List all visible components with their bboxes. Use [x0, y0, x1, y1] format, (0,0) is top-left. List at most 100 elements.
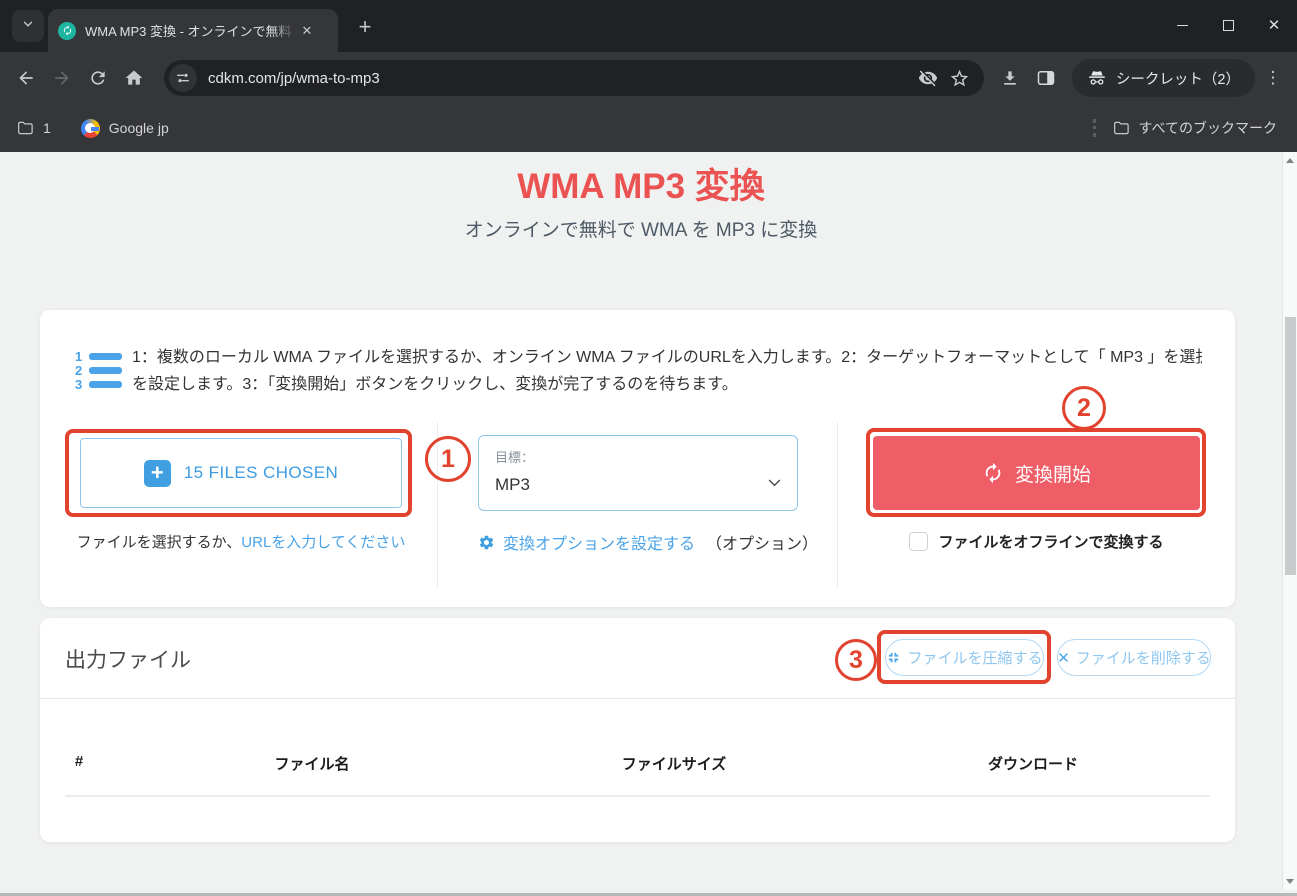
gear-icon	[478, 534, 495, 551]
incognito-icon	[1087, 68, 1107, 88]
tune-icon	[175, 70, 191, 86]
home-icon	[124, 68, 144, 88]
browser-tab[interactable]: WMA MP3 変換 - オンラインで無料 ✕	[48, 9, 338, 52]
chevron-down-icon	[766, 474, 783, 496]
url-text[interactable]: cdkm.com/jp/wma-to-mp3	[208, 70, 912, 87]
list-bar	[89, 353, 122, 360]
downloads-button[interactable]	[992, 60, 1028, 96]
minimize-button[interactable]	[1159, 0, 1205, 50]
compress-icon	[886, 650, 901, 665]
bookmark-folder-label: 1	[43, 120, 51, 136]
window-controls: ✕	[1159, 0, 1297, 50]
side-panel-button[interactable]	[1028, 60, 1064, 96]
options-note: （オプション）	[706, 530, 818, 554]
maximize-icon	[1223, 20, 1234, 31]
instructions-line-2: を設定します。3：「変換開始」ボタンをクリックし、変換が完了するのを待ちます。	[132, 371, 1202, 398]
tab-title: WMA MP3 変換 - オンラインで無料	[85, 21, 297, 40]
card-header-divider	[40, 698, 1235, 699]
bookmarks-overflow-grip	[1093, 119, 1096, 137]
compress-files-button[interactable]: ファイルを圧縮する	[885, 639, 1044, 676]
bookmark-folder-1[interactable]: 1	[16, 119, 51, 137]
maximize-button[interactable]	[1205, 0, 1251, 50]
chooser-hint: ファイルを選択するか、URLを入力してください	[66, 531, 416, 552]
google-favicon-icon	[81, 119, 100, 138]
download-icon	[1000, 68, 1020, 88]
numbered-list-icon: 1 2 3	[75, 352, 123, 394]
back-icon	[16, 68, 36, 88]
output-files-card: 出力ファイル 3 ファイルを圧縮する ✕ ファイルを削除する # ファイル名 フ…	[40, 618, 1235, 842]
column-header-download: ダウンロード	[988, 753, 1078, 774]
compress-files-label: ファイルを圧縮する	[907, 647, 1042, 668]
site-favicon-icon	[58, 22, 76, 40]
minimize-icon	[1177, 25, 1188, 26]
instructions-line-1: 1：複数のローカル WMA ファイルを選択するか、オンライン WMA ファイルの…	[132, 344, 1202, 371]
page-subtitle: オンラインで無料で WMA を MP3 に変換	[0, 215, 1282, 242]
scrollbar-up-arrow-icon[interactable]	[1286, 158, 1294, 163]
all-bookmarks-button[interactable]: すべてのブックマーク	[1112, 118, 1277, 138]
bookmarks-bar: 1 Google jp すべてのブックマーク	[0, 104, 1297, 152]
url-input-link[interactable]: URLを入力してください	[241, 534, 405, 551]
column-header-filename: ファイル名	[274, 753, 349, 774]
conversion-options-link[interactable]: 変換オプションを設定する	[478, 530, 695, 554]
home-button[interactable]	[116, 60, 152, 96]
site-settings-chip[interactable]	[169, 64, 197, 92]
reload-icon	[88, 68, 108, 88]
all-bookmarks-label: すべてのブックマーク	[1139, 118, 1277, 138]
table-header-divider	[65, 795, 1210, 797]
chooser-hint-prefix: ファイルを選択するか、	[77, 534, 242, 551]
files-chosen-button[interactable]: + 15 FILES CHOSEN	[80, 438, 402, 508]
scrollbar-down-arrow-icon[interactable]	[1286, 879, 1294, 884]
reload-button[interactable]	[80, 60, 116, 96]
bookmark-google-jp[interactable]: Google jp	[81, 119, 169, 138]
annotation-circle-3: 3	[835, 639, 877, 681]
forward-button[interactable]	[44, 60, 80, 96]
options-row: 変換オプションを設定する （オプション）	[478, 530, 818, 554]
back-button[interactable]	[8, 60, 44, 96]
bookmark-google-label: Google jp	[109, 120, 169, 136]
annotation-circle-1: 1	[425, 436, 471, 482]
column-divider	[837, 422, 838, 588]
output-files-title: 出力ファイル	[65, 644, 191, 674]
browser-toolbar: cdkm.com/jp/wma-to-mp3 シークレット（2） ⋮	[0, 52, 1297, 104]
close-button[interactable]: ✕	[1251, 0, 1297, 50]
forward-icon	[52, 68, 72, 88]
delete-files-button[interactable]: ✕ ファイルを削除する	[1057, 639, 1211, 676]
star-icon	[949, 68, 970, 89]
tracking-protection-button[interactable]	[912, 62, 944, 94]
start-conversion-button[interactable]: 変換開始	[873, 436, 1200, 510]
side-panel-icon	[1036, 68, 1056, 88]
list-num-3: 3	[75, 380, 84, 389]
address-bar[interactable]: cdkm.com/jp/wma-to-mp3	[164, 60, 984, 96]
refresh-icon	[982, 462, 1004, 484]
offline-label: ファイルをオフラインで変換する	[938, 531, 1163, 552]
offline-option-row: ファイルをオフラインで変換する	[873, 531, 1200, 552]
annotation-circle-2: 2	[1062, 386, 1106, 430]
target-format-select[interactable]: 目標： MP3	[478, 435, 798, 511]
eye-off-icon	[918, 68, 938, 88]
incognito-profile-chip[interactable]: シークレット（2）	[1072, 59, 1255, 97]
converter-card: 1 2 3 1：複数のローカル WMA ファイルを選択するか、オンライン WMA…	[40, 310, 1235, 607]
offline-checkbox[interactable]	[909, 532, 928, 551]
x-icon: ✕	[1057, 649, 1070, 667]
tab-close-icon[interactable]: ✕	[297, 21, 317, 41]
conversion-options-label: 変換オプションを設定する	[503, 530, 695, 554]
list-num-2: 2	[75, 366, 84, 375]
target-label: 目標：	[495, 447, 781, 466]
delete-files-label: ファイルを削除する	[1076, 647, 1211, 668]
new-tab-button[interactable]: +	[352, 14, 378, 40]
chevron-down-icon	[21, 17, 35, 36]
incognito-label: シークレット（2）	[1116, 68, 1240, 89]
list-bar	[89, 381, 122, 388]
list-num-1: 1	[75, 352, 84, 361]
page-title: WMA MP3 変換	[0, 158, 1282, 209]
folder-icon	[1112, 119, 1130, 137]
target-value: MP3	[495, 475, 781, 495]
instructions-text: 1：複数のローカル WMA ファイルを選択するか、オンライン WMA ファイルの…	[132, 344, 1202, 398]
browser-menu-button[interactable]: ⋮	[1257, 60, 1289, 96]
files-chosen-label: 15 FILES CHOSEN	[184, 463, 338, 483]
tab-search-button[interactable]	[12, 10, 44, 42]
scrollbar-thumb[interactable]	[1285, 317, 1296, 575]
folder-icon	[16, 119, 34, 137]
bookmark-star-button[interactable]	[944, 62, 976, 94]
page-scrollbar[interactable]	[1282, 152, 1297, 890]
